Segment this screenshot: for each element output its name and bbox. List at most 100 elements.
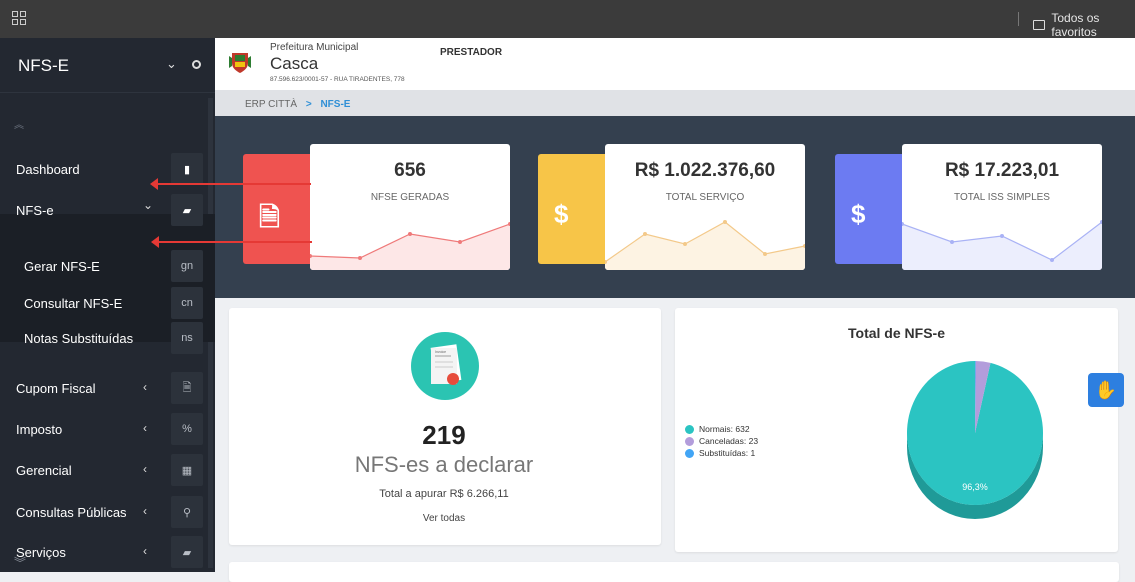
pie-panel: Total de NFS-e Normais: 632 Canceladas: 2… — [675, 308, 1118, 552]
declare-total: Total a apurar R$ 6.266,11 — [379, 488, 509, 500]
sidebar-brand: NFS-E ⌄ — [0, 38, 215, 93]
stat-side: $ — [538, 154, 610, 264]
header-line1: Prefeitura Municipal — [270, 42, 359, 53]
sidebar-item-label: NFS-e — [16, 203, 54, 218]
header-role: PRESTADOR — [440, 47, 503, 58]
stat-card-body: 656 NFSE GERADAS — [310, 144, 510, 270]
sidebar-item-8[interactable]: Consultas Públicas ‹ ⚲ — [0, 496, 215, 528]
radio-icon[interactable] — [192, 60, 201, 69]
sidebar-item-5[interactable]: Cupom Fiscal ‹ 🗎 — [0, 372, 215, 404]
stat-card-body: R$ 17.223,01 TOTAL ISS SIMPLES — [902, 144, 1102, 270]
document-icon: 🗎 — [259, 202, 280, 232]
book-icon: ▰ — [171, 194, 203, 226]
table-icon: ▦ — [171, 454, 203, 486]
annotation-arrow-nfse — [150, 178, 311, 190]
chevron-down-icon[interactable]: ⌄ — [143, 198, 153, 212]
breadcrumb-sep: > — [305, 99, 312, 110]
chart-legend: Normais: 632 Canceladas: 23 Substituídas: … — [685, 424, 758, 460]
pie-chart: 96,3% — [907, 361, 1043, 519]
sidebar-item-0[interactable]: Dashboard ▮ — [0, 153, 215, 185]
sidebar: NFS-E ⌄ ︽ Dashboard ▮ NFS-e ⌄ ▰ Gerar NFS-E gn… — [0, 38, 215, 572]
apps-grid-icon[interactable] — [12, 11, 26, 25]
main-content: Prefeitura Municipal Casca 87.596.623/00… — [215, 38, 1135, 582]
divider — [1018, 12, 1019, 26]
percent-icon: % — [171, 413, 203, 445]
stat-value: R$ 1.022.376,60 — [634, 160, 776, 181]
stat-side: 🗎 — [243, 154, 315, 264]
breadcrumb-root[interactable]: ERP CITTÀ — [245, 99, 297, 110]
stat-value: 656 — [394, 160, 426, 181]
stat-card-body: R$ 1.022.376,60 TOTAL SERVIÇO — [605, 144, 805, 270]
sidebar-item-label: Imposto — [16, 422, 63, 437]
favorites-label: Todos os favoritos — [1051, 11, 1100, 39]
sidebar-item-1[interactable]: NFS-e ⌄ ▰ — [0, 194, 215, 226]
sparkline — [902, 220, 1102, 270]
sidebar-item-4[interactable]: Notas Substituídas ns — [0, 322, 215, 354]
gn-icon: gn — [171, 250, 203, 282]
sidebar-item-label: Consultas Públicas — [16, 505, 127, 520]
view-all-link[interactable]: Ver todas — [229, 513, 659, 524]
pie-data-label: 96,3% — [962, 482, 988, 492]
sidebar-item-label: Consultar NFS-E — [24, 296, 123, 311]
sidebar-item-7[interactable]: Gerencial ‹ ▦ — [0, 454, 215, 486]
chevron-double-down-icon[interactable]: ︾ — [14, 554, 26, 571]
brand-title: NFS-E — [18, 56, 69, 75]
sidebar-item-label: Cupom Fiscal — [16, 381, 96, 396]
declare-panel: Invoice 219 NFS-es a declarar Total a ap… — [229, 308, 661, 545]
cn-icon: cn — [171, 287, 203, 319]
legend-label: Normais: 632 — [699, 424, 750, 434]
sidebar-item-2[interactable]: Gerar NFS-E gn — [0, 250, 215, 282]
legend-swatch — [685, 448, 694, 458]
sidebar-item-9[interactable]: Serviços ‹ ▰ — [0, 536, 215, 568]
stat-side: $ — [835, 154, 907, 264]
folder-icon — [1033, 20, 1046, 30]
chevron-left-icon[interactable]: ‹ — [143, 421, 147, 435]
legend-item: Canceladas: 23 — [685, 436, 758, 446]
sidebar-item-3[interactable]: Consultar NFS-E cn — [0, 287, 215, 319]
legend-label: Canceladas: 23 — [699, 436, 759, 446]
dollar-icon: $ — [851, 199, 866, 229]
favorites-link[interactable]: Todos os favoritos — [1033, 11, 1135, 39]
header-address: 87.596.623/0001-57 - RUA TIRADENTES, 778 — [270, 76, 405, 83]
invoice-icon-text: Invoice — [435, 350, 446, 354]
chevron-down-icon[interactable]: ⌄ — [166, 56, 177, 72]
legend-swatch — [685, 436, 694, 446]
crest-icon — [229, 53, 251, 73]
document-icon: 🗎 — [171, 372, 203, 404]
accessibility-hand-icon[interactable]: ✋ — [1088, 373, 1124, 407]
lower-panel — [229, 562, 1119, 582]
sidebar-item-6[interactable]: Imposto ‹% — [0, 413, 215, 445]
search-icon: ⚲ — [171, 496, 203, 528]
legend-item: Normais: 632 — [685, 424, 758, 434]
ns-icon: ns — [171, 322, 203, 354]
stats-band: 🗎 656 NFSE GERADAS $ R$ 1.022.376,60 TOT… — [215, 116, 1135, 298]
stat-value: R$ 17.223,01 — [944, 160, 1060, 181]
book-icon: ▰ — [171, 536, 203, 568]
dollar-icon: $ — [554, 199, 569, 229]
sidebar-item-label: Notas Substituídas — [24, 331, 134, 346]
chevron-left-icon[interactable]: ‹ — [143, 544, 147, 558]
chevron-left-icon[interactable]: ‹ — [143, 380, 147, 394]
file-icon: ▮ — [171, 153, 203, 185]
chevron-left-icon[interactable]: ‹ — [143, 462, 147, 476]
declare-count: 219 — [422, 420, 466, 450]
chart-title: Total de NFS-e — [848, 325, 945, 341]
breadcrumb-current: NFS-E — [320, 99, 351, 110]
annotation-arrow-gerar — [151, 236, 312, 248]
sidebar-item-label: Gerar NFS-E — [24, 259, 100, 274]
legend-swatch — [685, 424, 694, 434]
chevron-up-icon[interactable]: ︽ — [14, 116, 24, 131]
browser-bar: Todos os favoritos — [0, 0, 1135, 39]
chevron-left-icon[interactable]: ‹ — [143, 504, 147, 518]
legend-item: Substituídas: 1 — [685, 448, 758, 458]
breadcrumb: ERP CITTÀ > NFS-E — [215, 90, 1135, 116]
sidebar-item-label: Gerencial — [16, 463, 72, 478]
sparkline — [310, 222, 510, 270]
sparkline — [605, 220, 805, 270]
declare-label: NFS-es a declarar — [354, 452, 534, 477]
invoice-icon: Invoice — [411, 332, 479, 400]
legend-label: Substituídas: 1 — [699, 448, 756, 458]
header-city: Casca — [270, 54, 319, 73]
header: Prefeitura Municipal Casca 87.596.623/00… — [215, 38, 1135, 90]
sidebar-item-label: Dashboard — [16, 162, 80, 177]
